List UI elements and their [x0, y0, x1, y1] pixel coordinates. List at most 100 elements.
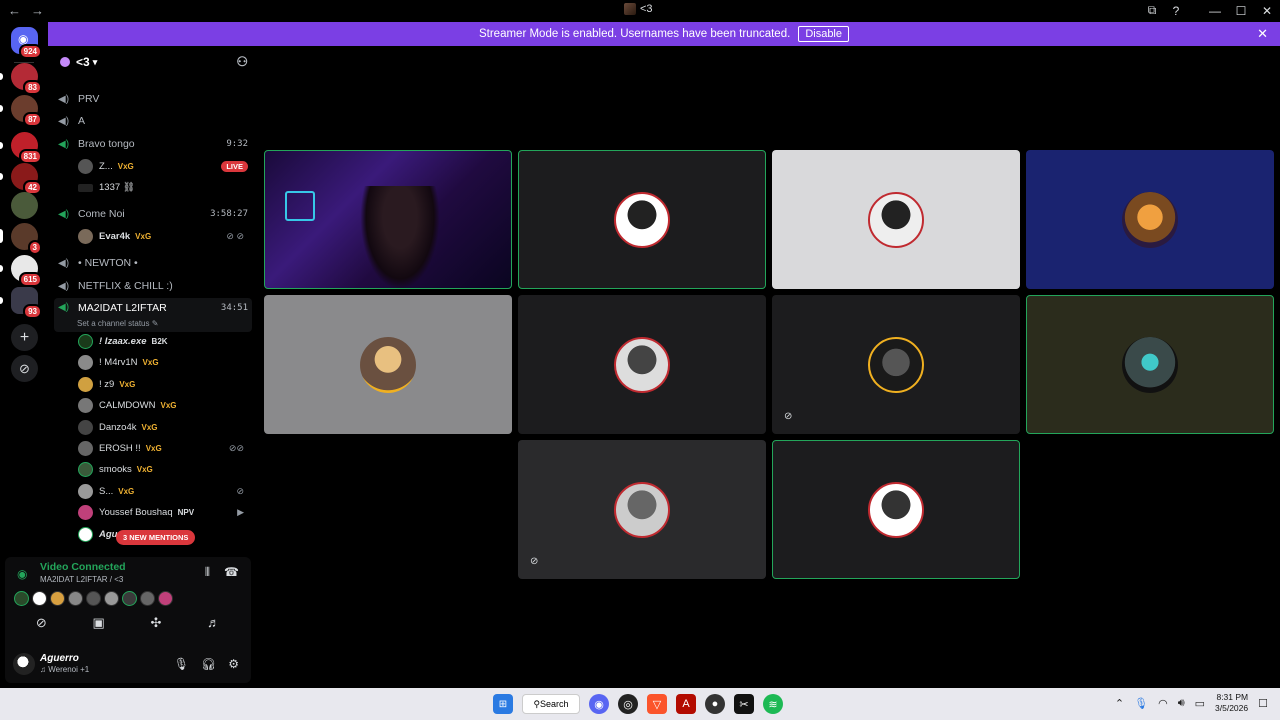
close-banner-icon[interactable]: ✕ [1257, 26, 1268, 42]
voice-member[interactable]: Z... VxG LIVE [78, 157, 252, 176]
headphones-icon[interactable]: 🎧︎ [201, 657, 216, 671]
server-icon[interactable] [11, 192, 38, 219]
obs-app-icon[interactable]: ● [705, 694, 725, 714]
user-name[interactable]: Aguerro [40, 653, 79, 664]
participant-tile[interactable] [772, 440, 1020, 579]
participant-tile[interactable] [1026, 295, 1274, 434]
channel-name: NETFLIX & CHILL :) [78, 280, 173, 292]
capcut-app-icon[interactable]: ✂ [734, 694, 754, 714]
server-icon[interactable]: 3 [0, 223, 42, 255]
avatar[interactable] [104, 591, 119, 606]
new-mentions-badge[interactable]: 3 NEW MENTIONS [116, 530, 196, 545]
chevron-down-icon: ▾ [92, 56, 98, 67]
guild-header[interactable]: <3 ▾ ⚇ [48, 46, 256, 78]
clock[interactable]: 8:31 PM 3/5/2026 [1215, 692, 1248, 714]
server-icon[interactable]: 83 [0, 63, 42, 95]
soundboard-icon[interactable]: ♬ [207, 615, 220, 631]
participant-tile[interactable] [1026, 150, 1274, 289]
maximize-button[interactable]: ☐ [1228, 4, 1254, 18]
voice-member[interactable]: smooks VxG [78, 460, 252, 479]
minimize-button[interactable]: — [1202, 4, 1228, 18]
chrome-app-icon[interactable]: ◎ [618, 694, 638, 714]
search-bar[interactable]: ⚲ Search [522, 694, 580, 714]
server-icon[interactable]: 831 [0, 132, 42, 164]
voice-member[interactable]: 1337 ⛓ [78, 178, 252, 197]
member-tag: B2K [151, 337, 168, 346]
noise-suppression-icon[interactable]: ⦀ [205, 565, 210, 580]
participant-tile[interactable] [518, 150, 766, 289]
discover-icon[interactable]: ⊘ [11, 355, 38, 382]
participant-tile[interactable]: ⊘ [772, 295, 1020, 434]
participant-tile[interactable] [518, 295, 766, 434]
voice-status[interactable]: Video Connected [40, 561, 126, 573]
camera-off-icon[interactable]: ⊘ [36, 615, 47, 631]
gear-icon[interactable]: ⚙ [228, 657, 239, 671]
disable-button[interactable]: Disable [798, 26, 849, 42]
voice-member[interactable]: Youssef Boushaq NPV ▶ [78, 503, 252, 522]
avatar[interactable] [50, 591, 65, 606]
voice-channel[interactable]: ◀) Come Noi 3:58:27 [54, 204, 252, 224]
voice-member[interactable]: ! M4rv1N VxG [78, 353, 252, 372]
avatar [614, 191, 670, 248]
help-icon[interactable]: ? [1164, 4, 1188, 18]
battery-icon[interactable]: ▭ [1195, 697, 1205, 710]
screen-share-icon[interactable]: ⧉ [1140, 3, 1164, 18]
home-button[interactable]: ◉ 924 [11, 27, 42, 59]
server-icon[interactable]: 87 [0, 95, 42, 127]
voice-channel[interactable]: ◀) A [54, 111, 252, 131]
video-stream-tile[interactable] [264, 150, 512, 289]
avatar[interactable] [140, 591, 155, 606]
spotify-app-icon[interactable]: ≋ [763, 694, 783, 714]
avatar[interactable] [13, 653, 35, 675]
disconnect-icon[interactable]: ☎ [224, 565, 239, 580]
discord-app-icon[interactable]: ◉ [589, 694, 609, 714]
voice-channel[interactable]: ◀) NETFLIX & CHILL :) [54, 276, 252, 296]
voice-member[interactable]: Danzo4k VxG [78, 418, 252, 437]
microphone-tray-icon[interactable]: 🎙︎ [1134, 697, 1148, 710]
activities-icon[interactable]: ✣ [151, 615, 162, 631]
brave-app-icon[interactable]: ▽ [647, 694, 667, 714]
microphone-icon[interactable]: 🎙︎ [174, 657, 189, 671]
speaker-icon: ◀) [58, 257, 70, 269]
voice-member[interactable]: ! Izaax.exe B2K [78, 332, 252, 351]
avatar[interactable] [158, 591, 173, 606]
participant-tile[interactable] [264, 295, 512, 434]
voice-member[interactable]: Evar4k VxG ⊘ ⊘ [78, 227, 252, 246]
notification-icon[interactable]: ☐ [1258, 697, 1268, 710]
member-name: 1337 ⛓ [99, 182, 135, 193]
close-button[interactable]: ✕ [1254, 4, 1280, 18]
voice-channel[interactable]: ◀) PRV [54, 89, 252, 109]
voice-member[interactable]: EROSH !! VxG ⊘⊘ [78, 439, 252, 458]
server-icon[interactable]: 42 [0, 163, 42, 195]
avatar[interactable] [68, 591, 83, 606]
voice-member[interactable]: S... VxG ⊘ [78, 482, 252, 501]
add-server-icon[interactable]: + [11, 324, 38, 351]
screen-share-icon[interactable]: ▣ [92, 615, 104, 631]
participant-tile[interactable] [772, 150, 1020, 289]
member-name: ! Izaax.exe [99, 336, 147, 347]
channel-status[interactable]: Set a channel status ✎ [77, 319, 158, 328]
avatar[interactable] [32, 591, 47, 606]
invite-people-icon[interactable]: ⚇ [236, 54, 248, 70]
participant-tile[interactable]: ⊘ [518, 440, 766, 579]
date: 3/5/2026 [1215, 703, 1249, 713]
voice-channel[interactable]: ◀) • NEWTON • [54, 253, 252, 273]
forward-icon[interactable]: → [31, 3, 44, 18]
voice-channel[interactable]: ◀) Bravo tongo 9:32 [54, 134, 252, 154]
server-folder-icon[interactable]: 93 [0, 287, 42, 319]
avatar[interactable] [14, 591, 29, 606]
acrobat-app-icon[interactable]: A [676, 694, 696, 714]
avatar[interactable] [86, 591, 101, 606]
voice-member[interactable]: CALMDOWN VxG [78, 396, 252, 415]
voice-channel-path[interactable]: MA2IDAT L2IFTAR / <3 [40, 575, 123, 584]
volume-icon[interactable]: 🔊︎ [1178, 697, 1185, 710]
voice-member[interactable]: ! z9 VxG [78, 375, 252, 394]
back-icon[interactable]: ← [8, 3, 21, 18]
server-badge: 93 [23, 304, 42, 319]
wifi-icon[interactable]: ◠ [1158, 697, 1168, 710]
avatar [78, 355, 93, 371]
chevron-up-icon[interactable]: ⌃ [1115, 697, 1124, 710]
server-icon[interactable]: 615 [0, 255, 42, 287]
windows-start-icon[interactable]: ⊞ [493, 694, 513, 714]
avatar[interactable] [122, 591, 137, 606]
